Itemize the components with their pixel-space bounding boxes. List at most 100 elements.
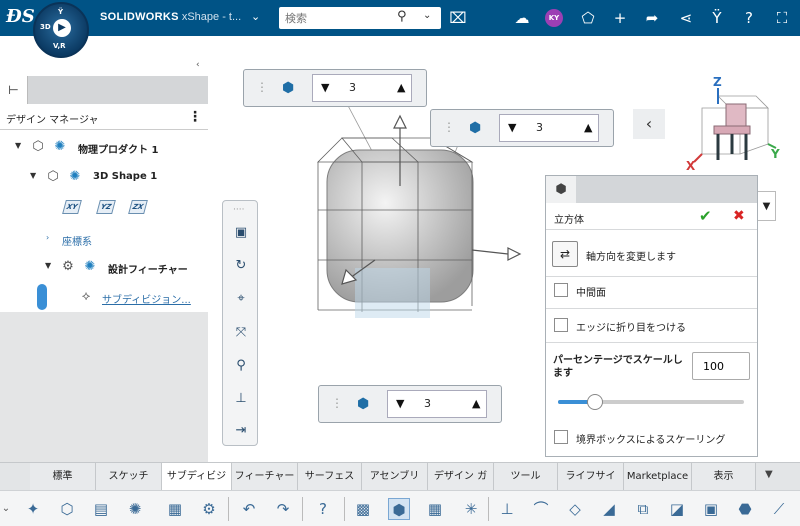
help-icon[interactable]: ? xyxy=(312,498,334,520)
yz-plane-icon[interactable]: YZ xyxy=(96,200,116,214)
network-icon[interactable]: ⋖ xyxy=(676,8,696,28)
tree-item-3d-shape[interactable]: ▼ ⬡ ✺ 3D Shape 1 xyxy=(0,166,208,190)
tab-view[interactable]: 表示 xyxy=(692,463,756,491)
gear-icon[interactable]: ⚙ xyxy=(198,498,220,520)
cube-icon[interactable]: ⬢ xyxy=(388,498,410,520)
new-icon[interactable]: ✦ xyxy=(22,498,44,520)
tools-icon[interactable]: Ϋ xyxy=(707,8,727,28)
exit-icon[interactable]: ⇥ xyxy=(231,421,251,441)
mid-plane-checkbox[interactable] xyxy=(554,283,568,297)
thicken-icon[interactable]: ◢ xyxy=(598,498,620,520)
drag-handle-icon[interactable]: ···· xyxy=(233,205,244,215)
scale-slider[interactable] xyxy=(558,394,744,410)
drag-handle-icon[interactable]: ⋮ xyxy=(331,396,343,410)
chevron-down-icon[interactable]: ⌄ xyxy=(251,10,260,23)
sphere-icon[interactable]: ✳ xyxy=(460,498,482,520)
fill-icon[interactable]: ◪ xyxy=(666,498,688,520)
decrement-icon[interactable]: ▼ xyxy=(508,121,516,134)
more-tabs-chevron-icon[interactable]: ▼ xyxy=(765,469,773,480)
avatar[interactable]: KY xyxy=(545,9,563,27)
display-icon[interactable]: ▣ xyxy=(231,223,251,243)
spinner-top-value[interactable]: 3 xyxy=(349,81,356,94)
ok-icon[interactable]: ✔ xyxy=(699,207,712,225)
share-icon[interactable]: ⬠ xyxy=(578,8,598,28)
save-icon[interactable]: ▤ xyxy=(90,498,112,520)
increment-icon[interactable]: ▲ xyxy=(397,81,405,94)
tab-sketch[interactable]: スケッチ xyxy=(96,463,162,491)
fullscreen-icon[interactable]: ⛶ xyxy=(772,8,792,28)
drag-handle-icon[interactable]: ⋮ xyxy=(443,120,455,134)
cancel-icon[interactable]: ✖ xyxy=(733,208,745,224)
expand-chevron-icon[interactable]: › xyxy=(46,233,49,242)
refresh-icon[interactable]: ✺ xyxy=(124,498,146,520)
collapse-chevron-icon[interactable]: ‹ xyxy=(633,109,665,139)
more-tools-icon[interactable]: ⟋ xyxy=(768,498,790,520)
view-triad[interactable]: Z X Y xyxy=(684,74,784,172)
search-box[interactable]: ⚲ ⌄ xyxy=(279,7,441,29)
tab-marketplace[interactable]: Marketplace xyxy=(624,463,692,491)
bridge-icon[interactable]: ⧉ xyxy=(632,498,654,520)
select-icon[interactable]: ⌖ xyxy=(231,289,251,309)
axis-icon[interactable]: ⊥ xyxy=(231,389,251,409)
expand-triangle-icon[interactable]: ▼ xyxy=(45,261,51,270)
crease-edges-checkbox[interactable] xyxy=(554,318,568,332)
tab-surface[interactable]: サーフェス xyxy=(298,463,362,491)
reverse-direction-button[interactable]: ⇄ xyxy=(552,241,578,267)
expand-triangle-icon[interactable]: ▼ xyxy=(15,141,21,150)
drag-handle-icon[interactable]: ⋮ xyxy=(256,80,268,94)
tab-tools[interactable]: ツール xyxy=(494,463,558,491)
zx-plane-icon[interactable]: ZX xyxy=(128,200,148,214)
help-icon[interactable]: ? xyxy=(739,8,759,28)
redo-icon[interactable]: ↷ xyxy=(272,498,294,520)
kebab-menu-icon[interactable]: ⋮ xyxy=(188,109,202,125)
play-icon[interactable]: ▶ xyxy=(53,19,71,37)
tree-item-coord[interactable]: › 座標系 xyxy=(0,228,208,252)
search-input[interactable] xyxy=(285,10,395,26)
rotate-icon[interactable]: ↻ xyxy=(231,256,251,276)
spinner-top-field[interactable]: ▼ 3 ▲ xyxy=(312,74,412,102)
box-icon[interactable]: ▣ xyxy=(700,498,722,520)
toolbar-chevron-icon[interactable]: ⌄ xyxy=(0,498,12,520)
tree-tab-icon[interactable]: ⊢ xyxy=(0,76,28,104)
delete-face-icon[interactable]: ⬣ xyxy=(734,498,756,520)
undo-icon[interactable]: ↶ xyxy=(238,498,260,520)
tab-standard[interactable]: 標準 xyxy=(30,463,96,491)
compass-widget[interactable]: Ϋ 3D ▶ V,R xyxy=(33,2,89,58)
decrement-icon[interactable]: ▼ xyxy=(396,397,404,410)
spinner-right-value[interactable]: 3 xyxy=(536,121,543,134)
inspect-icon[interactable]: ⚲ xyxy=(231,356,251,376)
app-title[interactable]: SOLIDWORKS xShape - t... xyxy=(100,11,241,23)
tree-item-design-features[interactable]: ▼ ⚙ ✺ 設計フィーチャー xyxy=(0,256,208,280)
plus-icon[interactable]: + xyxy=(610,8,630,28)
curve-icon[interactable]: ⌒ xyxy=(530,498,552,520)
bbox-scaling-checkbox[interactable] xyxy=(554,430,568,444)
forward-icon[interactable]: ➦ xyxy=(642,8,662,28)
cloud-icon[interactable]: ☁ xyxy=(512,8,532,28)
open-icon[interactable]: ⬡ xyxy=(56,498,78,520)
tab-subdivision[interactable]: サブディビジ xyxy=(162,463,232,491)
expand-triangle-icon[interactable]: ▼ xyxy=(30,171,36,180)
tree-item-physical-product[interactable]: ▼ ⬡ ✺ 物理プロダクト 1 xyxy=(0,136,208,160)
extrude-icon[interactable]: ⊥ xyxy=(496,498,518,520)
search-scope-chevron-icon[interactable]: ⌄ xyxy=(423,10,431,21)
decrement-icon[interactable]: ▼ xyxy=(321,81,329,94)
spinner-right-field[interactable]: ▼ 3 ▲ xyxy=(499,114,599,142)
increment-icon[interactable]: ▲ xyxy=(472,397,480,410)
panel-collapse-icon[interactable]: ‹ xyxy=(196,60,200,70)
scale-slider-handle[interactable] xyxy=(587,394,603,410)
tab-lifecycle[interactable]: ライフサイ xyxy=(558,463,624,491)
tab-assembly[interactable]: アセンブリ xyxy=(362,463,428,491)
plane-grid-icon[interactable]: ▦ xyxy=(424,498,446,520)
scale-percent-input[interactable] xyxy=(692,352,750,380)
tab-features[interactable]: フィーチャー xyxy=(232,463,298,491)
sketch-grid-icon[interactable]: ▩ xyxy=(352,498,374,520)
xy-plane-icon[interactable]: XY xyxy=(62,200,82,214)
properties-icon[interactable]: ▦ xyxy=(164,498,186,520)
tree-item-subdivision[interactable]: ⟡ サブディビジョン... xyxy=(0,286,208,310)
transform-icon[interactable]: ⤧ xyxy=(231,323,251,343)
spinner-bottom-field[interactable]: ▼ 3 ▲ xyxy=(387,390,487,418)
tag-icon[interactable]: ⌧ xyxy=(448,8,468,28)
spinner-bottom-value[interactable]: 3 xyxy=(424,397,431,410)
options-chevron-icon[interactable]: ▼ xyxy=(758,191,776,221)
increment-icon[interactable]: ▲ xyxy=(584,121,592,134)
